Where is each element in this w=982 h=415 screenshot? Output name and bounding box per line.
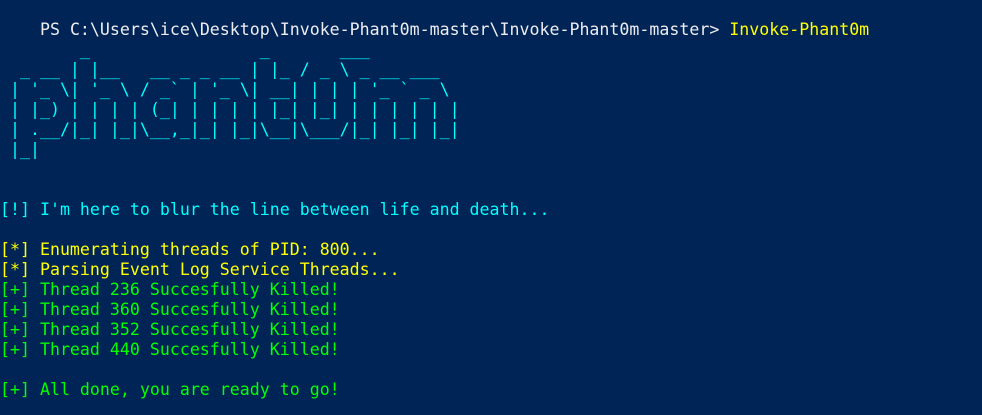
banner-line: | |_) | | | | (_| | | | | |_| |_| | | | …: [0, 100, 460, 119]
prompt-path: PS C:\Users\ice\Desktop\Invoke-Phant0m-m…: [39, 20, 730, 39]
tagline-message: [!] I'm here to blur the line between li…: [0, 200, 550, 219]
done-message: [+] All done, you are ready to go!: [0, 380, 340, 399]
thread-killed-message: [+] Thread 236 Succesfully Killed!: [0, 280, 340, 299]
thread-killed-message: [+] Thread 440 Succesfully Killed!: [0, 340, 340, 359]
banner-line: _ _ ___: [0, 40, 370, 59]
banner-line: | .__/|_| |_|\__,_|_| |_|\__|\___/|_| |_…: [0, 120, 460, 139]
powershell-console[interactable]: PS C:\Users\ice\Desktop\Invoke-Phant0m-m…: [0, 0, 982, 415]
ascii-banner: _ _ ___ _ __ | |__ __ _ _ __ | |_ / _ \ …: [0, 40, 982, 260]
banner-line: _ __ | |__ __ _ _ __ | |_ / _ \ _ __ ___: [0, 60, 440, 79]
status-message: [*] Parsing Event Log Service Threads...: [0, 260, 400, 279]
thread-killed-message: [+] Thread 360 Succesfully Killed!: [0, 300, 340, 319]
prompt-line: PS C:\Users\ice\Desktop\Invoke-Phant0m-m…: [0, 0, 869, 39]
status-message: [*] Enumerating threads of PID: 800...: [0, 240, 380, 259]
command-text: Invoke-Phant0m: [729, 20, 870, 39]
thread-killed-message: [+] Thread 352 Succesfully Killed!: [0, 320, 340, 339]
banner-line: |_|: [0, 140, 40, 159]
banner-line: | '_ \| '_ \ / _` | '_ \| __| | | | '_ `…: [0, 80, 450, 99]
